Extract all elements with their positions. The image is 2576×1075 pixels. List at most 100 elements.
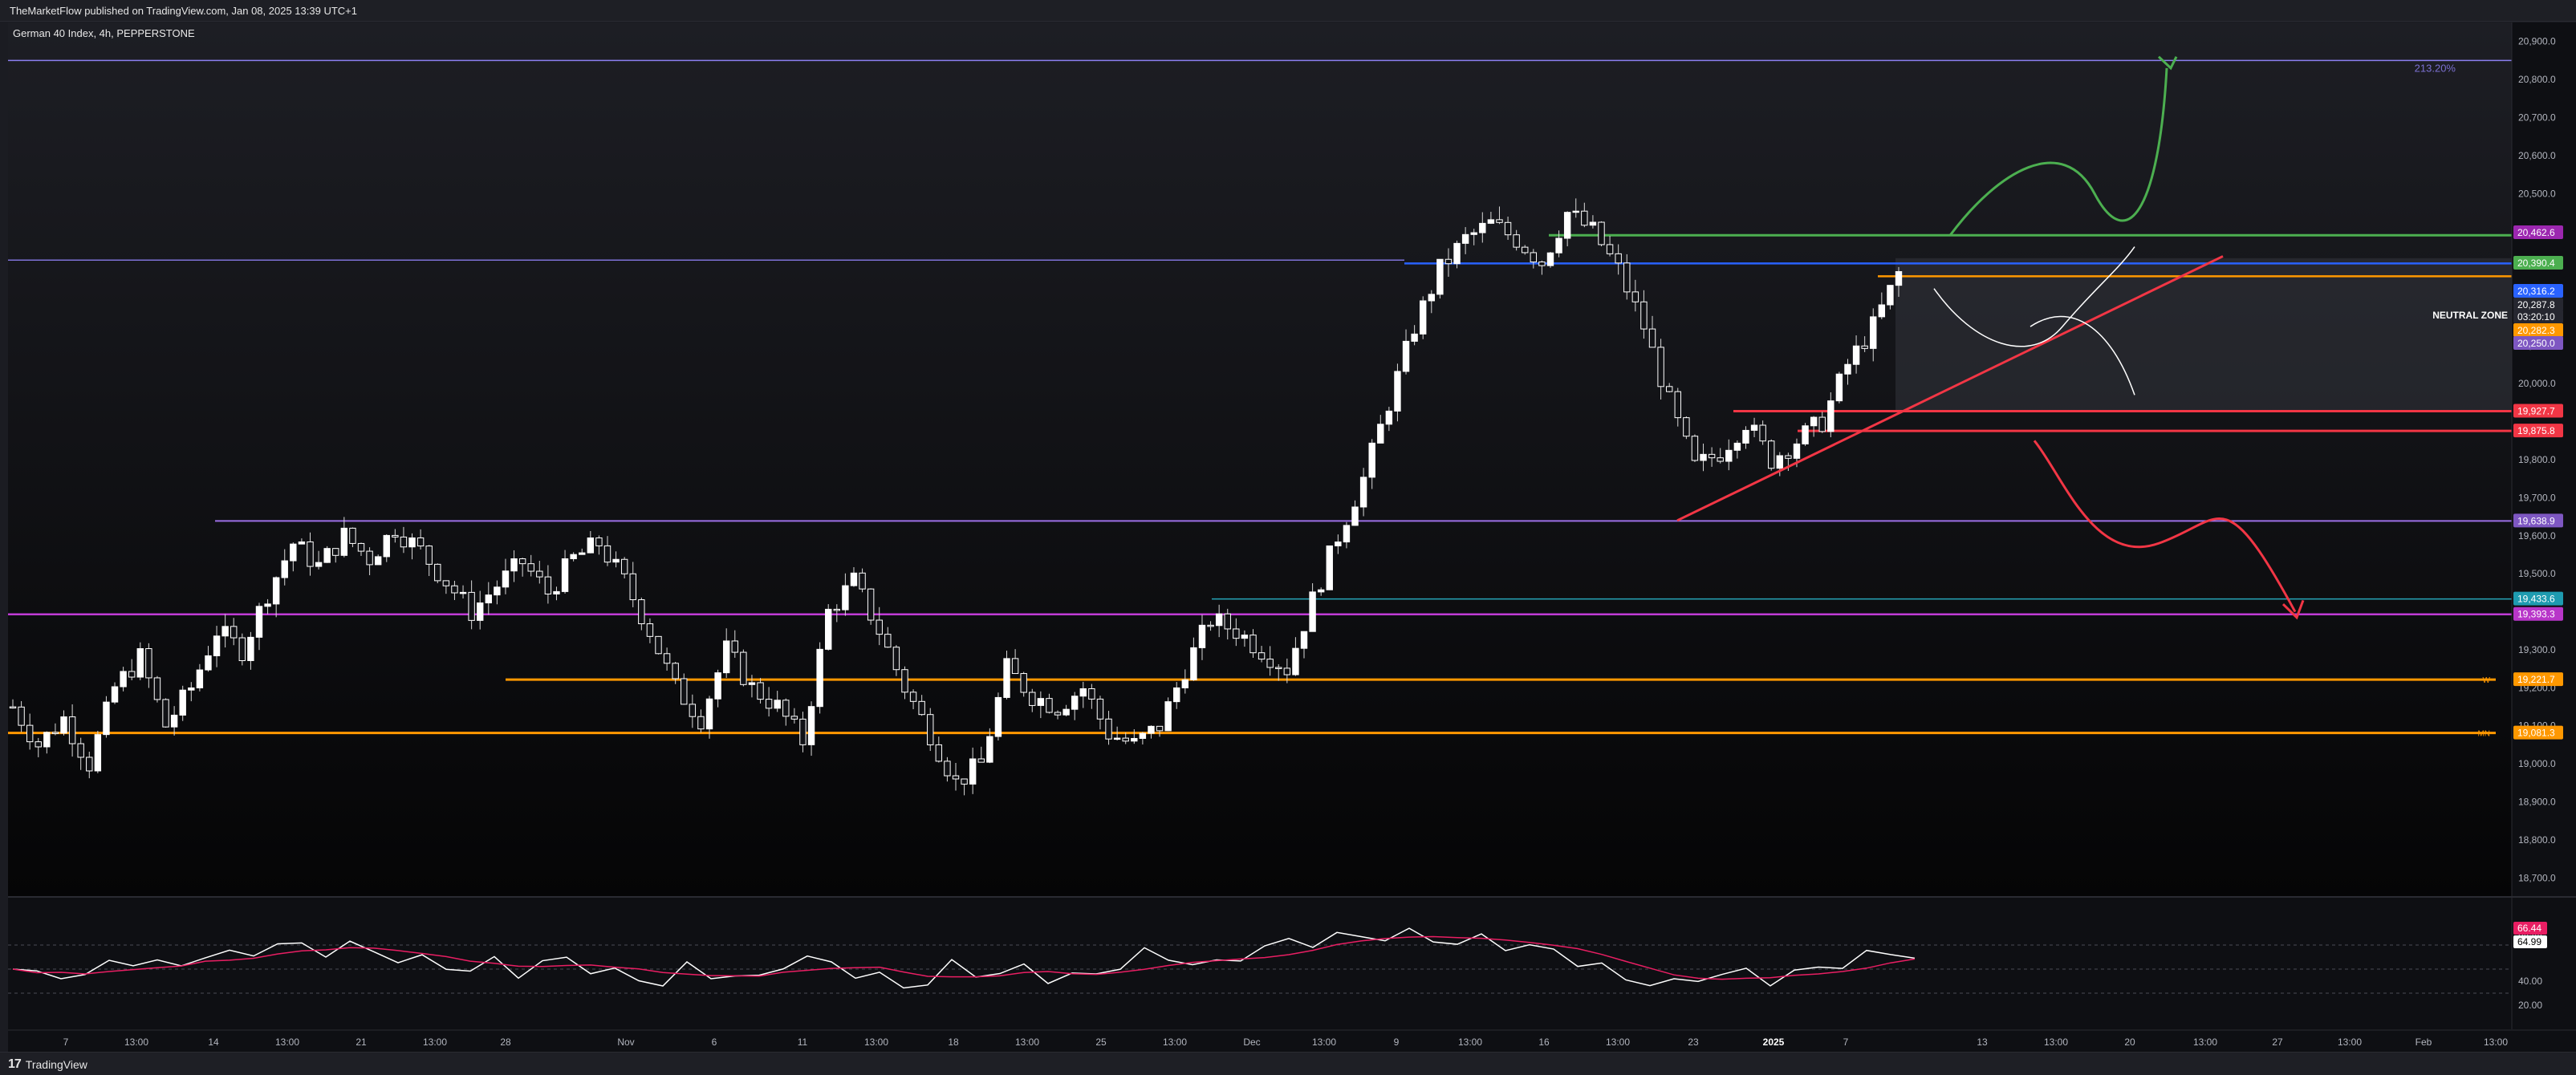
price-tick-label: 20,500.0 [2518,188,2556,199]
candle-down [901,669,908,693]
candle-down [1011,658,1019,675]
candle-up [340,527,348,556]
candle-down [757,682,764,700]
candle-down [77,743,84,758]
price-badge-label: 19,221.7 [2517,674,2555,685]
candle-up [1062,708,1070,716]
candle-down [909,692,917,702]
candle-down [867,588,875,621]
candle-up [1793,443,1801,459]
candle-down [1606,244,1614,254]
candle-down [307,541,314,567]
candle-down [1275,667,1282,669]
price-tick-label: 19,500.0 [2518,568,2556,579]
candle-down [145,648,152,679]
candle-up [986,736,993,763]
time-tick-label: 20 [2124,1036,2135,1048]
time-tick-label: 9 [1394,1036,1400,1048]
chart-canvas[interactable]: 213.20%NEUTRAL ZONEWMN 80.0040.0020.0066… [8,22,2576,1052]
candle-up [1368,442,1375,478]
candle-down [663,653,671,664]
candle-down [1233,628,1240,639]
price-tick-label: 20,700.0 [2518,112,2556,123]
footer-bar: 17 TradingView [0,1052,2576,1075]
candle-down [655,635,662,655]
candle-up [103,701,110,736]
candle-down [944,761,951,777]
candle-up [1733,442,1741,451]
candle-up [722,640,730,674]
candle-up [120,671,127,688]
time-tick-label: 13:00 [1015,1036,1039,1048]
candle-up [459,591,467,594]
candle-up [1546,252,1554,266]
candle-up [1436,258,1444,295]
rsi-badge-label: 64.99 [2517,936,2541,947]
candle-up [1852,345,1860,365]
candle-down [1096,698,1104,720]
candle-down [1020,673,1027,693]
time-tick-label: 6 [712,1036,717,1048]
candle-up [43,732,51,748]
candle-up [1394,371,1401,412]
price-badge-label: 19,081.3 [2517,728,2555,739]
candle-down [672,663,679,679]
time-tick-label: 13:00 [2044,1036,2068,1048]
candle-down [153,677,161,700]
candle-up [485,594,492,604]
candle-up [1292,647,1299,675]
price-tick-label: 18,800.0 [2518,834,2556,846]
candle-down [1054,712,1062,716]
tradingview-logo[interactable]: 17 TradingView [8,1057,87,1072]
candle-up [221,626,229,637]
candle-down [35,741,42,748]
candle-down [18,706,25,726]
candle-down [1224,613,1231,630]
candle-up [408,537,416,548]
candle-down [416,537,425,547]
candle-down [518,558,526,565]
candle-up [1164,701,1172,732]
candle-down [697,716,705,730]
candle-up [136,648,144,678]
candle-up [60,716,67,734]
price-tick-label: 20,800.0 [2518,74,2556,85]
chart-frame[interactable]: 213.20%NEUTRAL ZONEWMN 80.0040.0020.0066… [8,22,2576,1052]
candle-down [451,585,458,594]
candle-up [1453,242,1461,265]
candle-down [1640,301,1648,330]
candle-down [349,527,356,544]
candle-down [1759,424,1766,442]
candle-down [681,678,688,705]
neutral-zone-label: NEUTRAL ZONE [2432,310,2508,321]
candle-up [290,543,297,562]
candle-down [1657,347,1664,387]
price-tick-label: 18,900.0 [2518,797,2556,808]
candle-down [162,699,169,728]
candle-up [188,687,195,691]
time-tick-label: 28 [500,1036,511,1048]
publisher-text: TheMarketFlow published on TradingView.c… [10,5,357,17]
candle-up [374,556,382,566]
candle-down [1088,688,1095,700]
candle-up [255,606,263,638]
candle-up [1139,732,1147,739]
candle-down [1581,210,1588,226]
price-tick-label: 19,700.0 [2518,492,2556,503]
candle-down [544,576,552,594]
candle-down [442,580,450,586]
candle-down [1444,258,1453,265]
candle-up [1343,525,1351,543]
candle-down [892,647,900,671]
candle-down [1623,262,1631,293]
candle-up [1079,688,1087,697]
candle-up [1479,222,1486,233]
candle-down [918,700,925,716]
candle-down [935,744,943,762]
candle-up [247,636,254,661]
candle-down [1156,725,1164,732]
candle-down [1615,253,1622,264]
time-tick-label: 23 [1688,1036,1699,1048]
candle-down [782,700,790,717]
candle-down [1530,252,1538,263]
